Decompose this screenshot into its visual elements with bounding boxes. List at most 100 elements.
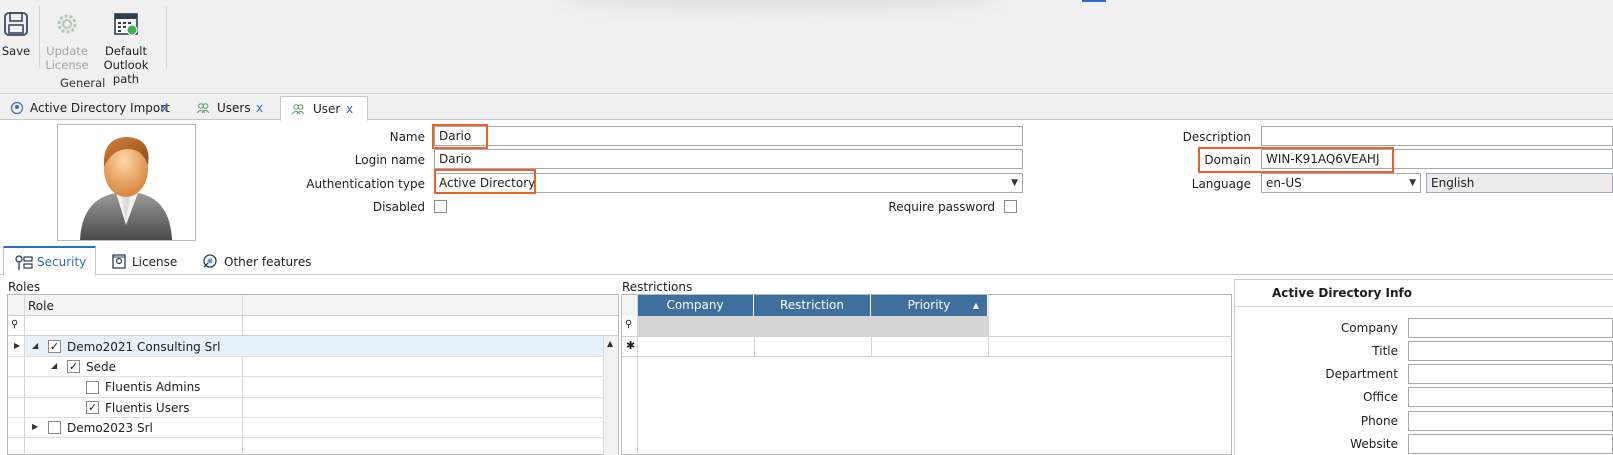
name-label: Name [389,130,425,144]
grid-divider [988,295,989,356]
language-select[interactable]: en-US ▼ [1261,173,1421,193]
gear-icon [57,14,77,34]
tab-user[interactable]: User x [280,96,368,121]
ad-company-label: Company [1340,321,1398,335]
top-accent-bar [1082,0,1106,2]
role-checkbox[interactable]: ✓ [48,340,61,353]
description-label: Description [1182,130,1251,144]
role-column-header[interactable]: Role [28,299,54,313]
description-input[interactable] [1261,126,1613,146]
new-row-icon: ✱ [626,339,636,352]
table-row[interactable]: ▶ ◢ ✓ Demo2021 Consulting Srl [8,336,603,356]
scroll-up-icon[interactable]: ▲ [607,339,613,348]
grid-divider [637,295,638,455]
role-checkbox[interactable] [48,421,61,434]
table-row[interactable]: ◢ ✓ Sede [8,356,603,376]
ad-department-label: Department [1325,367,1398,381]
tab-label: Active Directory Import [30,101,170,115]
users-icon [196,103,210,114]
group-label-general: General [60,76,106,90]
ad-department-field[interactable] [1408,364,1613,384]
user-avatar[interactable] [57,124,196,241]
ad-phone-field[interactable] [1408,411,1613,431]
roles-title: Roles [8,280,41,294]
active-directory-info-title: Active Directory Info [1272,286,1413,300]
disabled-label: Disabled [372,200,425,214]
restrictions-filter-row[interactable] [637,316,988,336]
close-icon[interactable]: x [161,96,168,120]
auth-highlight [434,169,536,194]
role-checkbox[interactable]: ✓ [67,360,80,373]
ad-title-field[interactable] [1408,341,1613,361]
tab-label: User [313,102,341,116]
save-label: Save [1,44,31,58]
tab-security[interactable]: Security [3,246,96,276]
role-label: Demo2023 Srl [67,421,153,435]
priority-label: Priority [907,298,951,312]
priority-column-header[interactable]: Priority ▲ [871,295,988,316]
role-label: Fluentis Users [105,401,190,415]
tab-active-directory-import[interactable]: Active Directory Import x [0,96,190,120]
tab-label: Other features [224,255,312,269]
users-icon [291,104,305,115]
roles-header-row [8,295,618,316]
grid-divider [754,316,755,356]
roles-filter-row[interactable] [8,316,618,336]
tab-other-features[interactable]: Other features [192,246,322,275]
disabled-checkbox[interactable] [434,200,447,213]
default-outlook-path-button[interactable]: Default Outlook path [90,4,162,86]
tab-license[interactable]: License [100,246,190,275]
filter-icon: ⚲ [11,319,19,330]
ad-company-field[interactable] [1408,318,1613,338]
license-icon [112,254,126,269]
window-shadow [560,0,1000,8]
calendar-icon [114,13,138,36]
login-name-input[interactable]: Dario [434,149,1023,169]
save-button[interactable]: Save [0,4,32,58]
role-checkbox[interactable] [86,381,99,394]
grid-divider [871,316,872,356]
ad-office-label: Office [1362,390,1398,404]
restrictions-title: Restrictions [622,280,693,294]
table-row[interactable]: ▶ Demo2023 Srl [8,417,603,437]
ad-title-label: Title [1372,344,1398,358]
security-icon [15,255,33,270]
require-password-checkbox[interactable] [1004,200,1017,213]
expand-icon[interactable]: ▶ [32,422,38,431]
require-password-label: Require password [888,200,995,214]
ad-website-label: Website [1350,437,1398,451]
document-tabs: Active Directory Import x Users x User x [0,94,1613,121]
chevron-down-icon[interactable]: ▼ [1011,174,1018,192]
roles-scrollbar[interactable]: ▲ [603,336,618,455]
sort-ascending-icon[interactable]: ▲ [973,295,979,316]
tab-users[interactable]: Users x [190,96,278,120]
directory-icon [10,101,24,115]
avatar-icon [80,137,172,240]
close-icon[interactable]: x [256,96,263,120]
role-label: Sede [86,360,116,374]
restriction-column-header[interactable]: Restriction [754,295,871,316]
filter-icon: ⚲ [625,319,633,330]
close-icon[interactable]: x [346,97,353,121]
features-icon [203,254,217,268]
collapse-icon[interactable]: ◢ [51,361,57,370]
row-indicator-icon: ▶ [14,341,21,350]
section-tabs: Security License Other features [0,246,1613,276]
table-row[interactable]: ✓ Fluentis Users [8,397,603,417]
tab-label: Users [217,101,251,115]
authentication-type-label: Authentication type [306,177,425,191]
language-value: en-US [1266,176,1302,190]
ad-website-field[interactable] [1408,434,1613,454]
name-input[interactable]: Dario [434,126,1023,146]
role-checkbox[interactable]: ✓ [86,401,99,414]
table-row[interactable]: Fluentis Admins [8,377,603,397]
ribbon-separator [39,6,40,68]
update-license-button[interactable]: Update License [44,4,90,72]
new-row[interactable] [622,336,1231,356]
domain-highlight [1198,147,1394,173]
collapse-icon[interactable]: ◢ [32,341,38,350]
tab-label: License [132,255,178,269]
ad-office-field[interactable] [1408,387,1613,407]
chevron-down-icon[interactable]: ▼ [1409,174,1416,192]
company-column-header[interactable]: Company [637,295,754,316]
